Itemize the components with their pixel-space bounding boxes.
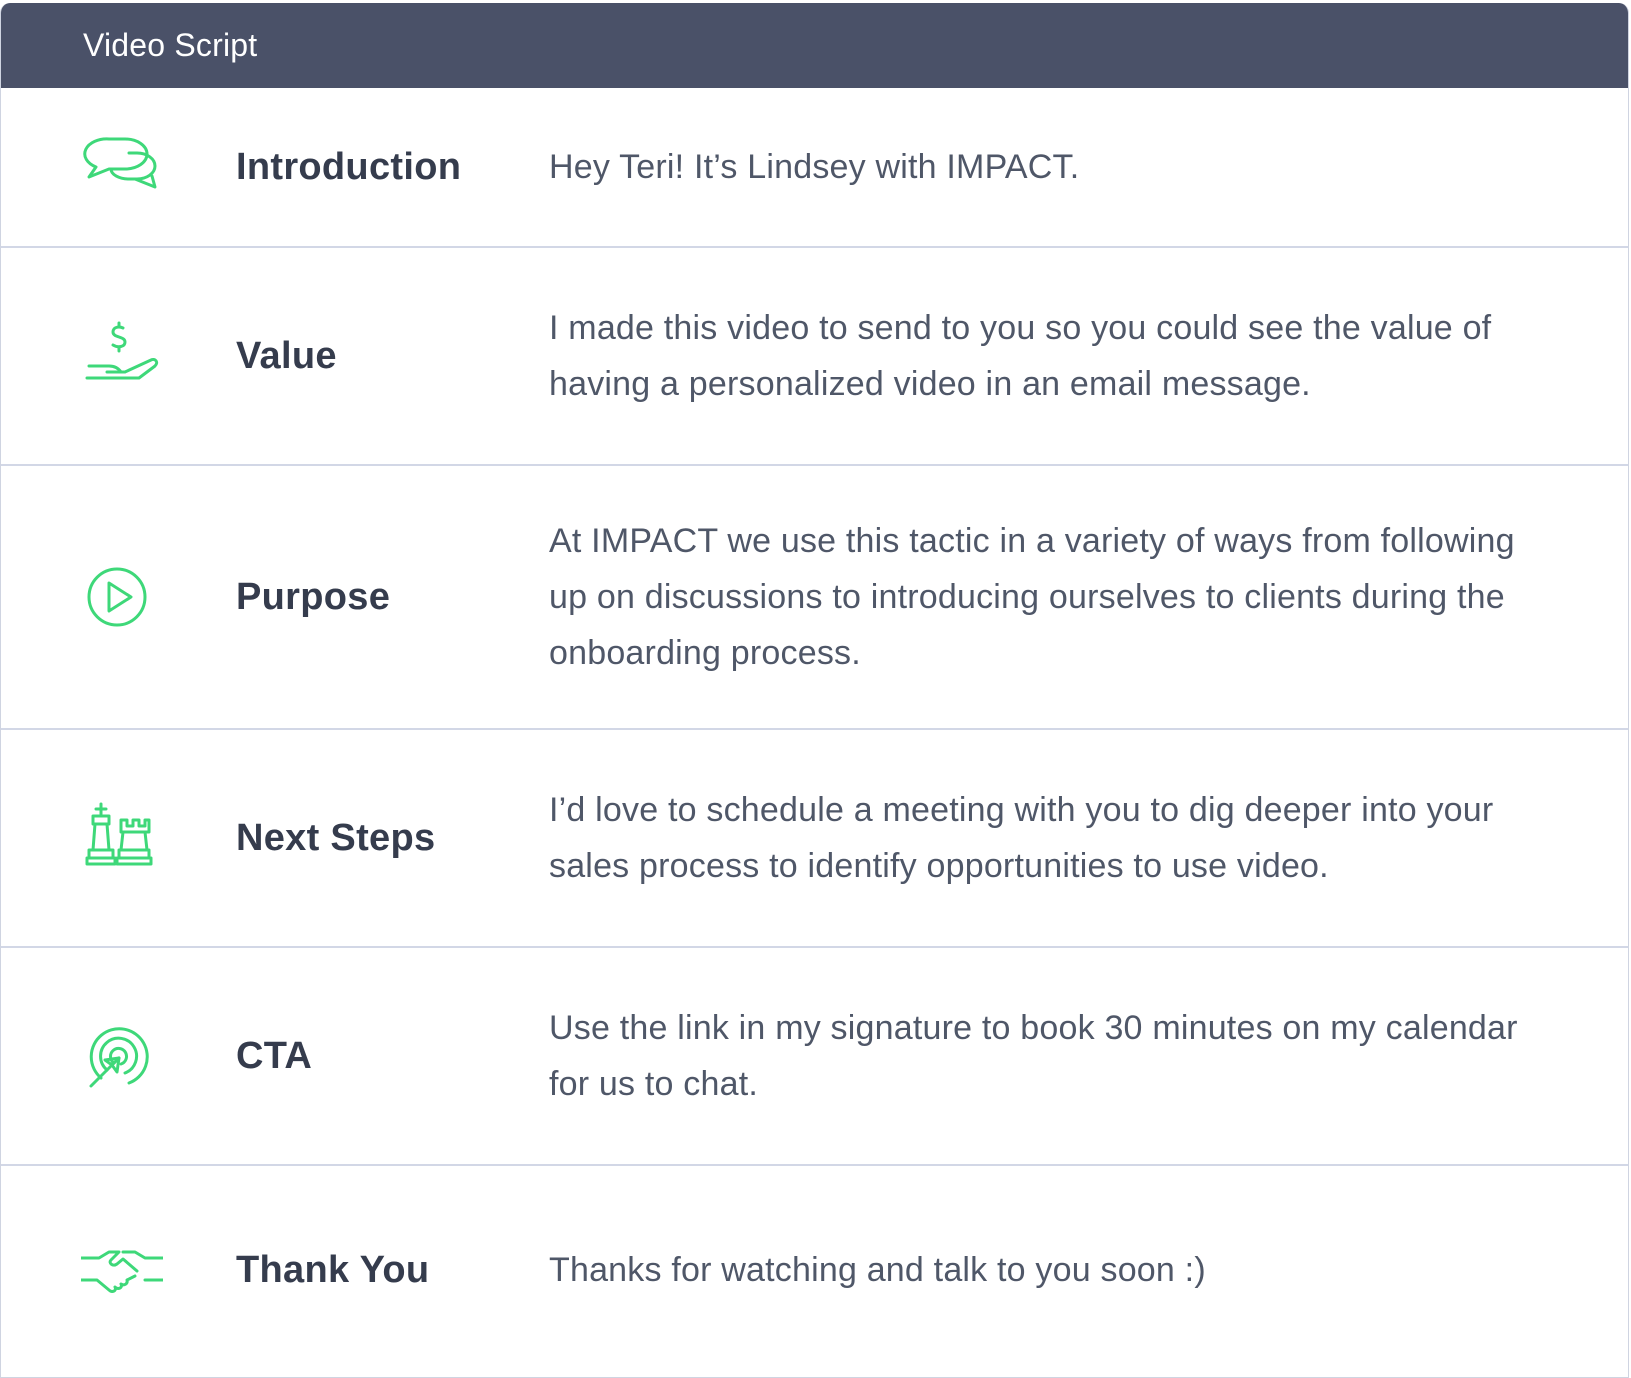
row-label: Thank You [236,1248,430,1291]
video-script-card: Video Script Introduction Hey Teri! It’s… [0,3,1629,1378]
row-description: At IMPACT we use this tactic in a variet… [549,522,1515,672]
row-label: Next Steps [236,816,436,859]
script-row-next-steps: Next Steps I’d love to schedule a meetin… [1,730,1628,948]
script-row-introduction: Introduction Hey Teri! It’s Lindsey with… [1,88,1628,248]
script-row-value: Value I made this video to send to you s… [1,248,1628,466]
script-row-purpose: Purpose At IMPACT we use this tactic in … [1,466,1628,730]
handshake-icon [81,1250,163,1293]
script-row-cta: CTA Use the link in my signature to book… [1,948,1628,1166]
row-description: Thanks for watching and talk to you soon… [549,1251,1206,1289]
row-label: Value [236,334,337,377]
row-description: I made this video to send to you so you … [549,309,1492,403]
play-circle-icon [87,567,147,627]
row-icon-cell [1,320,236,392]
row-icon-cell [1,1234,236,1306]
card-header: Video Script [1,3,1628,88]
row-label: Purpose [236,575,391,618]
header-title: Video Script [83,27,258,63]
script-row-thank-you: Thank You Thanks for watching and talk t… [1,1166,1628,1374]
chess-pieces-icon [85,802,153,866]
target-cursor-icon [89,1027,149,1088]
row-label: CTA [236,1034,313,1077]
row-description: I’d love to schedule a meeting with you … [549,791,1494,885]
row-description: Use the link in my signature to book 30 … [549,1009,1518,1103]
row-label: Introduction [236,145,462,188]
row-description: Hey Teri! It’s Lindsey with IMPACT. [549,148,1080,186]
row-icon-cell [1,131,236,203]
row-icon-cell [1,802,236,874]
chat-bubbles-icon [83,137,157,189]
hand-dollar-icon [85,321,159,380]
row-icon-cell [1,561,236,633]
row-icon-cell [1,1020,236,1092]
